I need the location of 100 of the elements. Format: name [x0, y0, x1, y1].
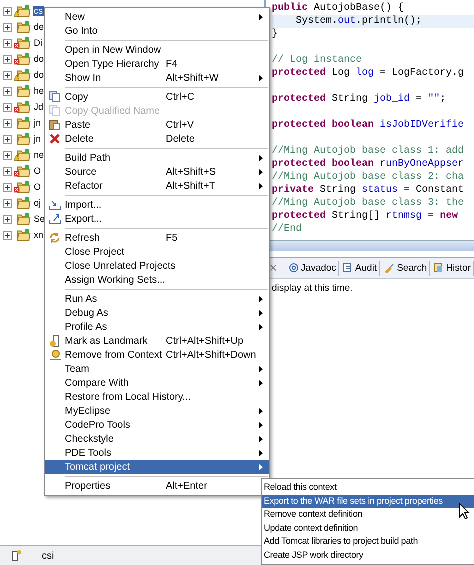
- close-icon[interactable]: [270, 264, 278, 272]
- menu-item[interactable]: Assign Working Sets...: [45, 273, 269, 287]
- menu-item[interactable]: Checkstyle: [45, 432, 269, 446]
- project-label[interactable]: ne: [33, 150, 46, 160]
- menu-item[interactable]: Delete Delete: [45, 132, 269, 146]
- status-text: csi: [42, 550, 54, 562]
- project-label[interactable]: do: [33, 54, 46, 64]
- submenu-item[interactable]: Export to the WAR file sets in project properties: [262, 494, 474, 508]
- code-line: // Log instance: [272, 54, 364, 67]
- menu-item[interactable]: Open in New Window: [45, 43, 269, 57]
- context-icon: [48, 349, 62, 361]
- project-label[interactable]: jn: [33, 118, 42, 128]
- project-label[interactable]: Di: [33, 38, 44, 48]
- menu-item[interactable]: Refactor Alt+Shift+T: [45, 179, 269, 193]
- submenu-arrow-icon: [259, 14, 263, 20]
- submenu-item[interactable]: Remove context definition: [262, 508, 474, 522]
- menu-item[interactable]: CodePro Tools: [45, 418, 269, 432]
- menu-item[interactable]: Copy Ctrl+C: [45, 90, 269, 104]
- project-label[interactable]: he: [33, 86, 46, 96]
- menu-item[interactable]: Close Unrelated Projects: [45, 259, 269, 273]
- menu-item[interactable]: Run As: [45, 292, 269, 306]
- code-line: //End: [272, 223, 304, 236]
- menu-item[interactable]: Compare With: [45, 376, 269, 390]
- code-line: protected boolean isJobIDVerifie: [272, 119, 466, 132]
- menu-item[interactable]: Restore from Local History...: [45, 390, 269, 404]
- copy-icon: [49, 105, 61, 117]
- menu-item[interactable]: Show In Alt+Shift+W: [45, 71, 269, 85]
- expand-icon[interactable]: [3, 182, 12, 192]
- project-label[interactable]: oj: [33, 198, 42, 208]
- project-label[interactable]: jn: [33, 134, 42, 144]
- panel-message: display at this time.: [272, 283, 353, 294]
- code-line: }: [272, 28, 280, 41]
- project-label[interactable]: O: [33, 182, 42, 192]
- menu-item[interactable]: Go Into: [45, 24, 269, 38]
- menu-item[interactable]: Profile As: [45, 320, 269, 334]
- expand-icon[interactable]: [3, 230, 12, 240]
- flashlight-icon: [384, 263, 396, 273]
- expand-icon[interactable]: [3, 54, 12, 64]
- expand-icon[interactable]: [3, 6, 12, 16]
- project-label[interactable]: cs: [33, 6, 44, 16]
- expand-icon[interactable]: [3, 70, 12, 80]
- submenu-arrow-icon: [259, 74, 263, 82]
- submenu-item[interactable]: Reload this context: [262, 481, 474, 494]
- panel-tab[interactable]: Search: [382, 260, 430, 276]
- submenu-item[interactable]: Add Tomcat libraries to project build path: [262, 535, 474, 548]
- project-label[interactable]: O: [33, 166, 42, 176]
- expand-icon[interactable]: [3, 102, 12, 112]
- import-icon: [48, 199, 62, 211]
- menu-item[interactable]: Import...: [45, 198, 269, 212]
- expand-icon[interactable]: [3, 86, 12, 96]
- mouse-pointer-icon: [459, 503, 470, 520]
- menu-item[interactable]: Build Path: [45, 151, 269, 165]
- expand-icon[interactable]: [3, 22, 12, 32]
- expand-icon[interactable]: [3, 214, 12, 224]
- expand-icon[interactable]: [3, 150, 12, 160]
- menu-item[interactable]: Mark as Landmark Ctrl+Alt+Shift+Up: [45, 334, 269, 348]
- landmark-icon: [49, 334, 61, 348]
- menu-item[interactable]: Close Project: [45, 245, 269, 259]
- code-line: //Ming Autojob base class 3: the: [272, 197, 466, 210]
- menu-item[interactable]: Paste Ctrl+V: [45, 118, 269, 132]
- document-icon: [343, 263, 354, 273]
- panel-tab[interactable]: Audit: [341, 260, 380, 276]
- expand-icon[interactable]: [3, 198, 12, 208]
- delete-icon: [49, 133, 61, 145]
- code-line: protected String[] rtnmsg = new: [272, 210, 460, 223]
- expand-icon[interactable]: [3, 134, 12, 144]
- code-line: protected boolean runByOneAppser: [272, 158, 466, 171]
- panel-tab[interactable]: Javadoc: [287, 260, 340, 276]
- code-line: protected Log log = LogFactory.g: [272, 67, 466, 80]
- menu-item[interactable]: PDE Tools: [45, 446, 269, 460]
- code-line: public AutojobBase() {: [272, 2, 406, 15]
- menu-item[interactable]: MyEclipse: [45, 404, 269, 418]
- menu-item[interactable]: Remove from Context Ctrl+Alt+Shift+Down: [45, 348, 269, 362]
- submenu-item[interactable]: Create JSP work directory: [262, 548, 474, 562]
- expand-icon[interactable]: [3, 118, 12, 128]
- code-line: //Ming Autojob base class 2: cha: [272, 171, 466, 184]
- menu-item[interactable]: Debug As: [45, 306, 269, 320]
- expand-icon[interactable]: [3, 166, 12, 176]
- project-icon: [12, 550, 22, 562]
- menu-item[interactable]: Refresh F5: [45, 231, 269, 245]
- menu-item[interactable]: New: [45, 10, 269, 24]
- menu-item[interactable]: Export...: [45, 212, 269, 226]
- menu-item[interactable]: Team: [45, 362, 269, 376]
- code-line: protected String job_id = "";: [272, 93, 448, 106]
- menu-item[interactable]: Source Alt+Shift+S: [45, 165, 269, 179]
- code-line: private String status = Constant: [272, 184, 466, 197]
- clipboard-icon: [49, 119, 61, 131]
- project-label[interactable]: de: [33, 22, 46, 32]
- project-label[interactable]: xn: [33, 230, 45, 240]
- expand-icon[interactable]: [3, 38, 12, 48]
- project-label[interactable]: Jd: [33, 102, 45, 112]
- submenu-item[interactable]: Update context definition: [262, 522, 474, 535]
- project-label[interactable]: do: [33, 70, 46, 80]
- project-label[interactable]: Se: [33, 214, 46, 224]
- menu-item[interactable]: Tomcat project: [45, 460, 269, 474]
- code-line: //Ming Autojob base class 1: add: [272, 145, 466, 158]
- panel-tab[interactable]: Histor: [432, 260, 474, 276]
- copy-icon: [49, 91, 61, 103]
- menu-item[interactable]: Open Type Hierarchy F4: [45, 57, 269, 71]
- export-icon: [48, 213, 62, 225]
